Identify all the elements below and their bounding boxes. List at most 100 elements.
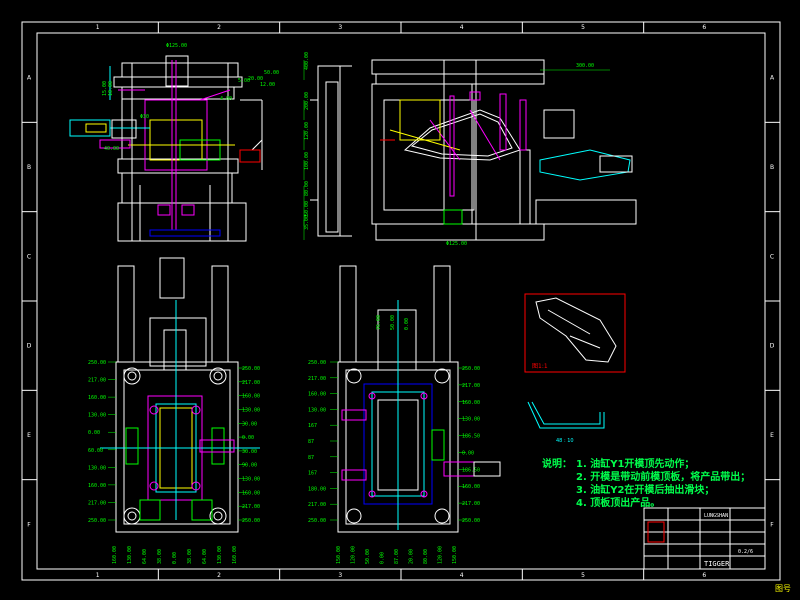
dimension-label: 400.00 [304, 52, 310, 70]
assembly-notes: 说明： 1. 油缸Y1开模顶先动作； 2. 开模是带动前模顶板，将产品带出； 3.… [542, 458, 750, 510]
dimension-label: 80.00 [423, 549, 429, 564]
zone-column-label: 6 [702, 572, 706, 579]
sheet-number: 图号 [775, 584, 791, 593]
dimension-label: 130.00 [217, 546, 223, 564]
zone-row-label: B [27, 164, 31, 171]
dimension-label: 160.00 [242, 394, 260, 400]
dimension-label: 50.00 [304, 201, 310, 216]
top-middle-side-view [310, 65, 352, 237]
dimension-label: 30.00 [242, 449, 257, 455]
dimension-label: 130.00 [127, 546, 133, 564]
dimension-label: 76.00 [376, 315, 382, 330]
zone-row-label: D [27, 343, 32, 350]
dimension-label: Φ30 [140, 114, 149, 120]
dimension-label: 217.00 [308, 376, 326, 382]
zone-row-label: E [27, 432, 31, 439]
dimension-label: 30.00 [242, 421, 257, 427]
dimension-label: 250.00 [242, 366, 260, 372]
note-3: 3. 油缸Y2在开模后抽出滑块； [576, 485, 715, 496]
dimension-label: 160.00 [462, 400, 480, 406]
dimension-label: 12.00 [260, 82, 275, 88]
dimension-label: 0.00 [380, 552, 386, 564]
dimension-label: 167 [308, 423, 317, 429]
dimension-label: 217.00 [242, 504, 260, 510]
zone-row-label: C [27, 253, 31, 260]
dimension-label: 40.00 [104, 146, 119, 152]
detail-label: 48 : 10 [556, 438, 574, 444]
note-2: 2. 开模是带动前模顶板，将产品带出； [576, 472, 751, 483]
dimension-label: 100.00 [304, 152, 310, 170]
dims-top-middle: 400.00 200.00 120.00 100.00 80.00 50.0035.00 [303, 52, 310, 240]
dimension-label: 160.00 [88, 483, 106, 489]
dimension-label: 250.00 [308, 360, 326, 366]
zone-row-label: A [770, 75, 775, 82]
inset-label: 图1:1 [532, 363, 548, 370]
zone-column-label: 3 [338, 572, 342, 579]
title-sheet: 0.2/6 [738, 549, 753, 555]
dimension-label: 217.00 [242, 380, 260, 386]
cylinder-y1-left [69, 119, 150, 149]
dimension-label: 87 [308, 455, 314, 461]
zone-column-label: 1 [96, 24, 100, 31]
zone-row-label: F [27, 521, 31, 528]
dimension-label: 250.00 [88, 360, 106, 366]
dims-bottom-left: 250.00 217.00 160.00 130.00 0.00 60.00 130.00 1… [88, 360, 260, 564]
dimension-label: 300.00 [576, 63, 594, 69]
zone-column-label: 1 [96, 572, 100, 579]
cad-drawing-sheet: 112233445566A AB BC CD DE EF F Φ125.0015… [21, 21, 781, 581]
dimension-label: 160.00 [88, 395, 106, 401]
title-company: LUNGSHAN [704, 513, 728, 519]
note-1: 1. 油缸Y1开模顶先动作； [576, 459, 695, 470]
dimension-label: 217.00 [88, 378, 106, 384]
dimension-label: 20.00 [409, 549, 415, 564]
dimension-label: 250.00 [88, 518, 106, 524]
dimension-label: 4.00 [220, 96, 232, 102]
top-right-slider-and-parts [380, 91, 633, 225]
dimension-label: 60.00 [88, 448, 103, 454]
product-inset: 图1:1 [524, 293, 626, 373]
dimension-label: Φ125.00 [166, 43, 187, 49]
dimension-label: 120.00 [304, 122, 310, 140]
note-4: 4. 顶板顶出产品。 [576, 498, 661, 509]
dimension-label: 130.00 [242, 477, 260, 483]
dimension-label: 250.00 [462, 366, 480, 372]
dimension-label: 250.00 [242, 518, 260, 524]
dimension-label: 50.00 [264, 70, 279, 76]
dimension-label: 0.00 [88, 430, 100, 436]
zone-column-label: 3 [338, 24, 342, 31]
dimension-label: 0.00 [462, 450, 474, 456]
dimension-label: 64.00 [202, 549, 208, 564]
dimension-label: 35.00 [304, 215, 310, 230]
bottom-left-plan-view [115, 257, 239, 533]
dimension-label: 10.00 [108, 81, 114, 96]
dimension-label: 160.00 [232, 546, 238, 564]
dimension-label: 130.00 [308, 407, 326, 413]
dimension-label: 217.00 [308, 502, 326, 508]
dimension-label: 20.00 [248, 76, 263, 82]
zone-row-label: F [770, 521, 774, 528]
dimension-label: 130.00 [462, 417, 480, 423]
dimension-label: 160.00 [308, 392, 326, 398]
dimension-label: 160.00 [462, 484, 480, 490]
dimension-label: 250.00 [462, 518, 480, 524]
dimension-label: 120.00 [351, 546, 357, 564]
dimension-label: 130.00 [88, 465, 106, 471]
dimension-label: 200.00 [304, 92, 310, 110]
dimension-label: 50.00 [365, 549, 371, 564]
dimension-label: 0.00 [242, 435, 254, 441]
zone-column-label: 4 [460, 24, 464, 31]
dimension-label: 217.00 [462, 383, 480, 389]
dimension-label: 64.00 [142, 549, 148, 564]
dimension-label: 87.00 [394, 549, 400, 564]
dimension-label: 217.00 [88, 500, 106, 506]
dimension-label: 130.00 [242, 407, 260, 413]
dimension-label: 120.00 [438, 546, 444, 564]
dimension-label: 186.50 [462, 467, 480, 473]
dimension-label: 38.00 [157, 549, 163, 564]
dims-bottom-middle: 250.00 217.00 160.00 130.00 167 87 87 167 180.00… [308, 315, 480, 564]
detail-section: 48 : 10 [527, 401, 605, 444]
dimension-label: 186.50 [462, 434, 480, 440]
bottom-middle-colored-parts [341, 300, 501, 530]
dimension-label: 130.00 [88, 413, 106, 419]
dimension-label: 160.00 [112, 546, 118, 564]
